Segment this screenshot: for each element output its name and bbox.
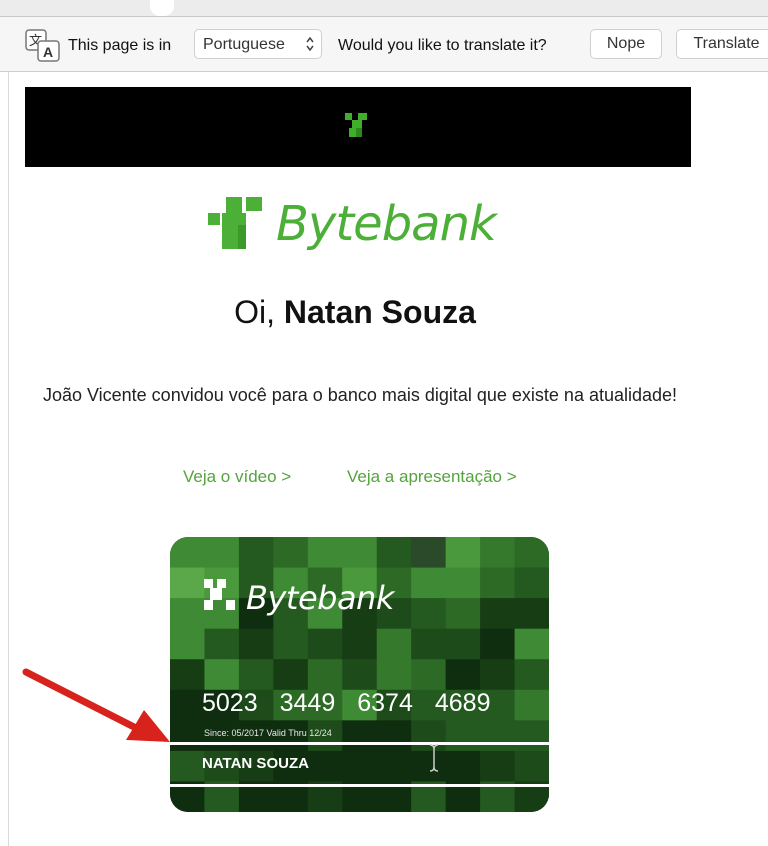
- card-pattern-tile: [376, 628, 412, 660]
- watch-video-link[interactable]: Veja o vídeo >: [183, 467, 291, 487]
- card-pattern-tile: [273, 659, 309, 691]
- card-pattern-tile: [307, 628, 343, 660]
- card-pattern-tile: [445, 598, 481, 630]
- translate-icon: 文 A: [25, 29, 60, 62]
- card-pattern-tile: [514, 628, 549, 660]
- greeting-heading: Oi, Natan Souza: [0, 294, 710, 331]
- card-pattern-tile: [480, 537, 516, 569]
- card-pattern-tile: [376, 720, 412, 752]
- card-pattern-tile: [376, 750, 412, 782]
- card-pattern-tile: [514, 720, 549, 752]
- card-divider-bottom: [170, 784, 549, 787]
- card-pattern-tile: [307, 537, 343, 569]
- card-pattern-tile: [170, 567, 205, 599]
- card-pattern-tile: [480, 628, 516, 660]
- card-pattern-tile: [445, 537, 481, 569]
- card-pattern-tile: [514, 659, 549, 691]
- card-pattern-tile: [445, 628, 481, 660]
- card-holder-name: NATAN SOUZA: [202, 755, 309, 772]
- card-logo-icon: [204, 579, 235, 610]
- card-pattern-tile: [411, 628, 447, 660]
- annotation-arrow-icon: [22, 668, 170, 742]
- active-tab-edge: [150, 0, 174, 16]
- translate-bar: 文 A This page is in Portuguese Would you…: [0, 17, 768, 72]
- updown-chevron-icon: [306, 36, 314, 52]
- card-pattern-tile: [307, 659, 343, 691]
- view-presentation-link[interactable]: Veja a apresentação >: [347, 467, 517, 487]
- card-pattern-tile: [480, 567, 516, 599]
- card-pattern-tile: [342, 720, 378, 752]
- language-select-value: Portuguese: [203, 36, 285, 53]
- card-pattern-tile: [238, 659, 274, 691]
- email-header-banner: [25, 87, 691, 167]
- translate-prefix-text: This page is in: [68, 37, 172, 54]
- translate-question-text: Would you like to translate it?: [338, 37, 547, 54]
- card-pattern-tile: [170, 537, 205, 569]
- card-pattern-tile: [238, 628, 274, 660]
- card-pattern-tile: [204, 628, 240, 660]
- card-pattern-tile: [411, 537, 447, 569]
- card-pattern-tile: [376, 537, 412, 569]
- language-select[interactable]: Portuguese: [194, 29, 322, 59]
- card-pattern-tile: [376, 659, 412, 691]
- card-pattern-tile: [480, 750, 516, 782]
- card-pattern-tile: [514, 598, 549, 630]
- card-pattern-tile: [411, 659, 447, 691]
- browser-tab-strip: [0, 0, 768, 17]
- window-left-border: [0, 72, 9, 846]
- card-pattern-tile: [342, 659, 378, 691]
- card-pattern-tile: [204, 537, 240, 569]
- greeting-name: Natan Souza: [283, 294, 476, 330]
- bytebank-mark-icon: [345, 113, 367, 137]
- card-number-group: 4689: [434, 689, 491, 717]
- card-pattern-tile: [445, 720, 481, 752]
- translate-button[interactable]: Translate: [676, 29, 768, 59]
- card-number-group: 6374: [357, 689, 413, 717]
- card-pattern-tile: [342, 750, 378, 782]
- greeting-prefix: Oi,: [234, 294, 275, 330]
- card-pattern-tile: [445, 567, 481, 599]
- card-pattern-tile: [514, 689, 549, 721]
- card-pattern-tile: [204, 659, 240, 691]
- card-pattern-tile: [480, 659, 516, 691]
- card-brand-name: Bytebank: [246, 579, 394, 617]
- card-pattern-tile: [307, 750, 343, 782]
- card-pattern-tile: [238, 537, 274, 569]
- card-pattern-tile: [170, 628, 205, 660]
- nope-button[interactable]: Nope: [590, 29, 662, 59]
- card-number: 5023 3449 6374 4689: [202, 689, 513, 718]
- card-divider-top: [170, 742, 549, 745]
- card-pattern-tile: [514, 537, 549, 569]
- text-cursor-icon: [429, 744, 439, 772]
- card-pattern-tile: [411, 567, 447, 599]
- invitation-text: João Vicente convidou você para o banco …: [42, 385, 678, 405]
- card-pattern-tile: [342, 537, 378, 569]
- brand-name: Bytebank: [276, 196, 497, 252]
- card-pattern-tile: [342, 628, 378, 660]
- card-pattern-tile: [170, 598, 205, 630]
- card-pattern-tile: [480, 598, 516, 630]
- card-pattern-tile: [445, 750, 481, 782]
- card-pattern-tile: [480, 720, 516, 752]
- bytebank-logo-icon: [208, 197, 262, 249]
- card-pattern-tile: [514, 750, 549, 782]
- card-pattern-tile: [445, 659, 481, 691]
- svg-text:A: A: [43, 44, 53, 60]
- card-pattern-tile: [170, 750, 205, 782]
- card-validity-dates: Since: 05/2017 Valid Thru 12/24: [204, 728, 332, 738]
- card-pattern-tile: [411, 598, 447, 630]
- card-pattern-tile: [514, 567, 549, 599]
- credit-card: Bytebank 5023 3449 6374 4689 Since: 05/2017…: [170, 537, 549, 812]
- card-number-group: 5023: [202, 689, 258, 717]
- card-pattern-tile: [273, 628, 309, 660]
- card-number-group: 3449: [279, 689, 336, 717]
- card-pattern-tile: [273, 537, 309, 569]
